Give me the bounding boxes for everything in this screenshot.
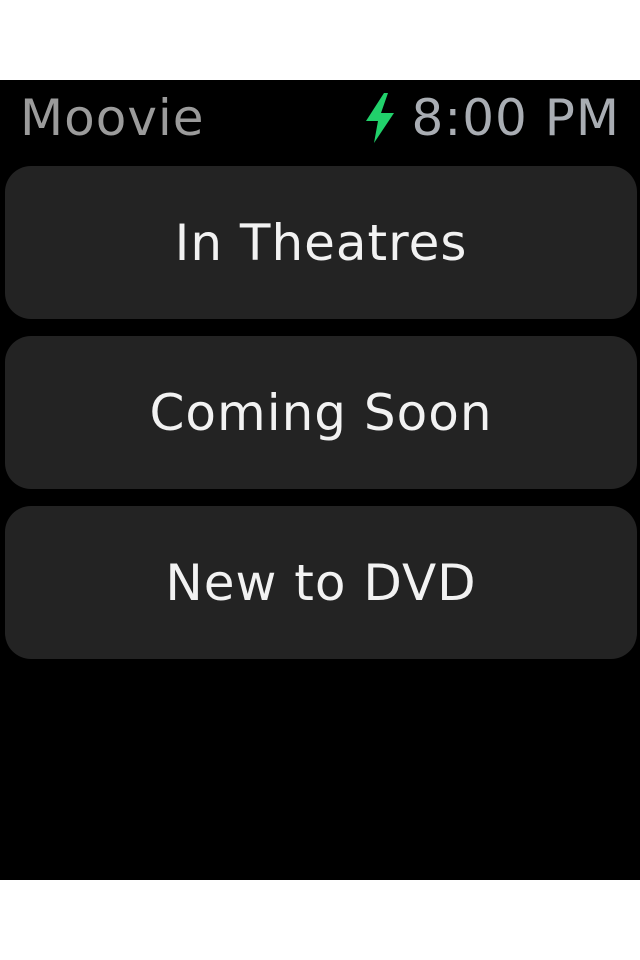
coming-soon-button[interactable]: Coming Soon [5, 336, 637, 489]
new-to-dvd-button[interactable]: New to DVD [5, 506, 637, 659]
coming-soon-label: Coming Soon [149, 383, 493, 442]
in-theatres-button[interactable]: In Theatres [5, 166, 637, 319]
lightning-bolt-icon [362, 93, 398, 143]
app-title: Moovie [20, 89, 205, 147]
status-indicators: 8:00 PM [362, 86, 620, 150]
watch-screen: Moovie 8:00 PM In Theatres Coming Soon N… [0, 80, 640, 880]
clock: 8:00 PM [411, 89, 620, 147]
new-to-dvd-label: New to DVD [165, 553, 477, 612]
in-theatres-label: In Theatres [174, 213, 468, 272]
status-bar: Moovie 8:00 PM [0, 80, 640, 160]
menu-list: In Theatres Coming Soon New to DVD [5, 166, 637, 676]
